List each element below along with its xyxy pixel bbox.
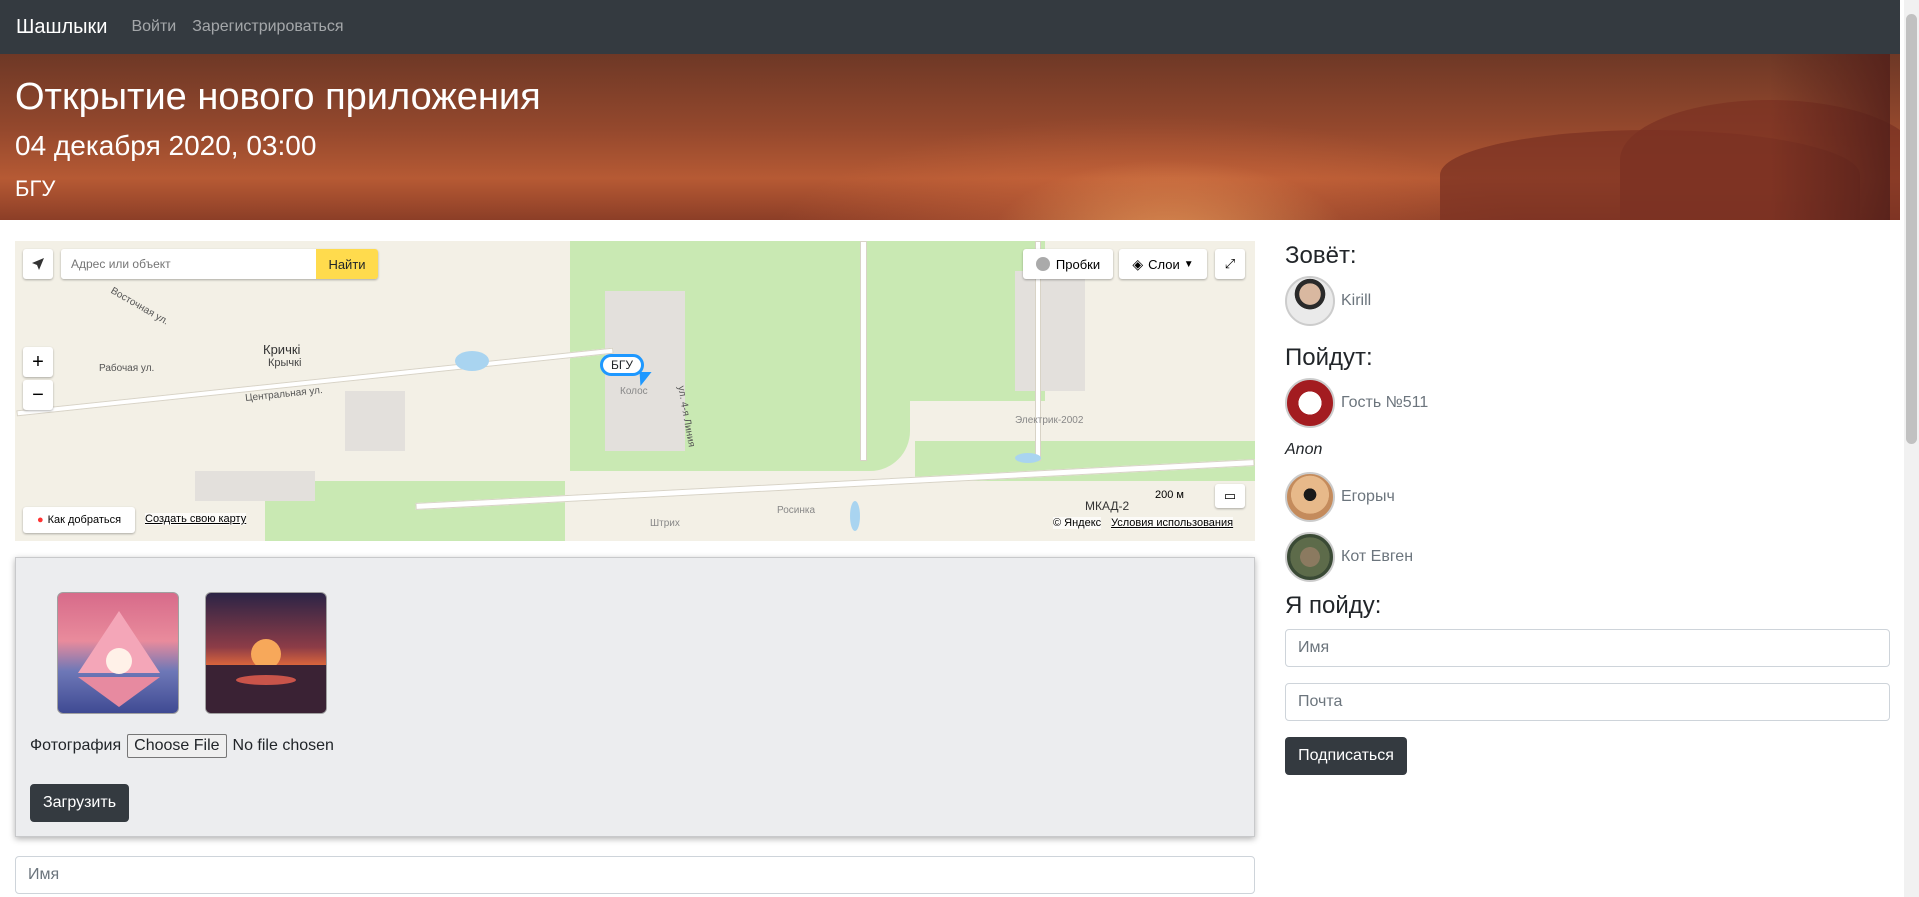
sun-shape (106, 648, 132, 674)
map-road (16, 347, 614, 417)
avatar (1285, 532, 1335, 582)
photo-file-label: Фотография (30, 737, 122, 754)
map-terms-link[interactable]: Условия использования (1111, 517, 1234, 529)
guest-name: Anon (1285, 441, 1323, 458)
inviter-person[interactable]: Kirill (1285, 276, 1371, 326)
chevron-down-icon: ▼ (1183, 258, 1194, 270)
event-map[interactable]: Кричкі Крычкі Рабочая ул. Восточная ул. … (15, 241, 1255, 541)
fullscreen-button[interactable]: ⤢ (1215, 249, 1245, 279)
going-heading: Пойдут: (1285, 344, 1373, 371)
map-label: МКАД-2 (1085, 499, 1130, 513)
geolocation-button[interactable] (23, 249, 53, 279)
guest-name[interactable]: Кот Евген (1341, 548, 1413, 566)
map-scale: 200 м (1155, 489, 1184, 501)
map-building (1015, 271, 1085, 391)
route-button[interactable]: ● Как добраться (23, 507, 135, 533)
plus-icon: + (32, 350, 44, 373)
minus-icon: − (32, 383, 44, 406)
layers-label: Слои (1148, 256, 1180, 272)
hills-shape (206, 665, 326, 713)
map-label: Росинка (777, 505, 816, 516)
guest-item[interactable]: Кот Евген (1285, 532, 1413, 582)
map-label: Колос (620, 386, 648, 397)
inviter-name[interactable]: Kirill (1341, 292, 1371, 310)
geolocation-icon (32, 258, 44, 270)
traffic-button[interactable]: Пробки (1023, 249, 1113, 279)
map-copyright: © Яндекс (1053, 517, 1102, 529)
zoom-in-button[interactable]: + (23, 347, 53, 377)
subscribe-button[interactable]: Подписаться (1285, 737, 1407, 775)
zoom-out-button[interactable]: − (23, 380, 53, 410)
map-label: Штрих (650, 518, 680, 529)
guest-name[interactable]: Егорыч (1341, 488, 1395, 506)
guest-item[interactable]: Егорыч (1285, 472, 1395, 522)
photo-thumbnail[interactable] (57, 592, 179, 714)
join-heading: Я пойду: (1285, 592, 1382, 619)
map-search-input[interactable] (61, 249, 316, 279)
event-hero: Открытие нового приложения 04 декабря 20… (0, 54, 1900, 220)
avatar (1285, 378, 1335, 428)
map-search-button[interactable]: Найти (316, 249, 378, 279)
comment-name-input[interactable]: Имя (15, 856, 1255, 894)
map-building (345, 391, 405, 451)
expand-icon: ⤢ (1224, 256, 1236, 271)
map-water (455, 351, 489, 371)
map-label: Рабочая ул. (99, 363, 155, 374)
map-water (850, 501, 860, 531)
reflection-shape (78, 677, 160, 707)
brand-link[interactable]: Шашлыки (16, 16, 107, 39)
navbar: Шашлыки Войти Зарегистрироваться (0, 0, 1900, 54)
event-place: БГУ (15, 176, 56, 201)
traffic-icon (1035, 257, 1050, 271)
avatar (1285, 276, 1335, 326)
map-water (1015, 453, 1041, 463)
layers-button[interactable]: ◈ Слои ▼ (1119, 249, 1207, 279)
route-label: Как добраться (47, 514, 122, 526)
photo-gallery-card: Фотография Choose File No file chosen За… (15, 557, 1255, 837)
page-scrollbar[interactable] (1904, 0, 1919, 897)
map-label: Кричкі (263, 342, 301, 357)
avatar (1285, 472, 1335, 522)
upload-button[interactable]: Загрузить (30, 784, 129, 822)
event-title: Открытие нового приложения (15, 76, 541, 118)
event-date: 04 декабря 2020, 03:00 (15, 130, 317, 161)
ruler-button[interactable]: ▭ (1215, 484, 1245, 508)
location-pin-icon: ● (36, 514, 44, 526)
join-email-input[interactable]: Почта (1285, 683, 1890, 721)
guest-name[interactable]: Гость №511 (1341, 394, 1428, 412)
register-link[interactable]: Зарегистрироваться (192, 18, 343, 36)
file-status: No file chosen (232, 737, 334, 754)
map-marker[interactable]: БГУ (600, 354, 644, 376)
create-map-link[interactable]: Создать свою карту (145, 513, 247, 525)
map-label: Электрик-2002 (1015, 415, 1084, 426)
traffic-label: Пробки (1055, 256, 1101, 272)
photo-thumbnail[interactable] (205, 592, 327, 714)
login-link[interactable]: Войти (131, 18, 176, 36)
layers-icon: ◈ (1132, 255, 1144, 272)
inviter-heading: Зовёт: (1285, 242, 1357, 269)
map-road (860, 241, 867, 461)
map-label: Крычкі (268, 357, 302, 369)
ruler-icon: ▭ (1223, 488, 1237, 503)
choose-file-button[interactable]: Choose File (127, 734, 227, 758)
hero-tree-decoration (1770, 54, 1890, 220)
scrollbar-thumb[interactable] (1906, 14, 1917, 444)
join-name-input[interactable]: Имя (1285, 629, 1890, 667)
guest-item[interactable]: Гость №511 (1285, 378, 1428, 428)
photo-file-row: Фотография Choose File No file chosen (30, 734, 334, 758)
map-building (195, 471, 315, 501)
lake-shape (236, 675, 296, 685)
map-search-bar: Найти (61, 249, 378, 279)
map-label: Восточная ул. (108, 285, 171, 328)
